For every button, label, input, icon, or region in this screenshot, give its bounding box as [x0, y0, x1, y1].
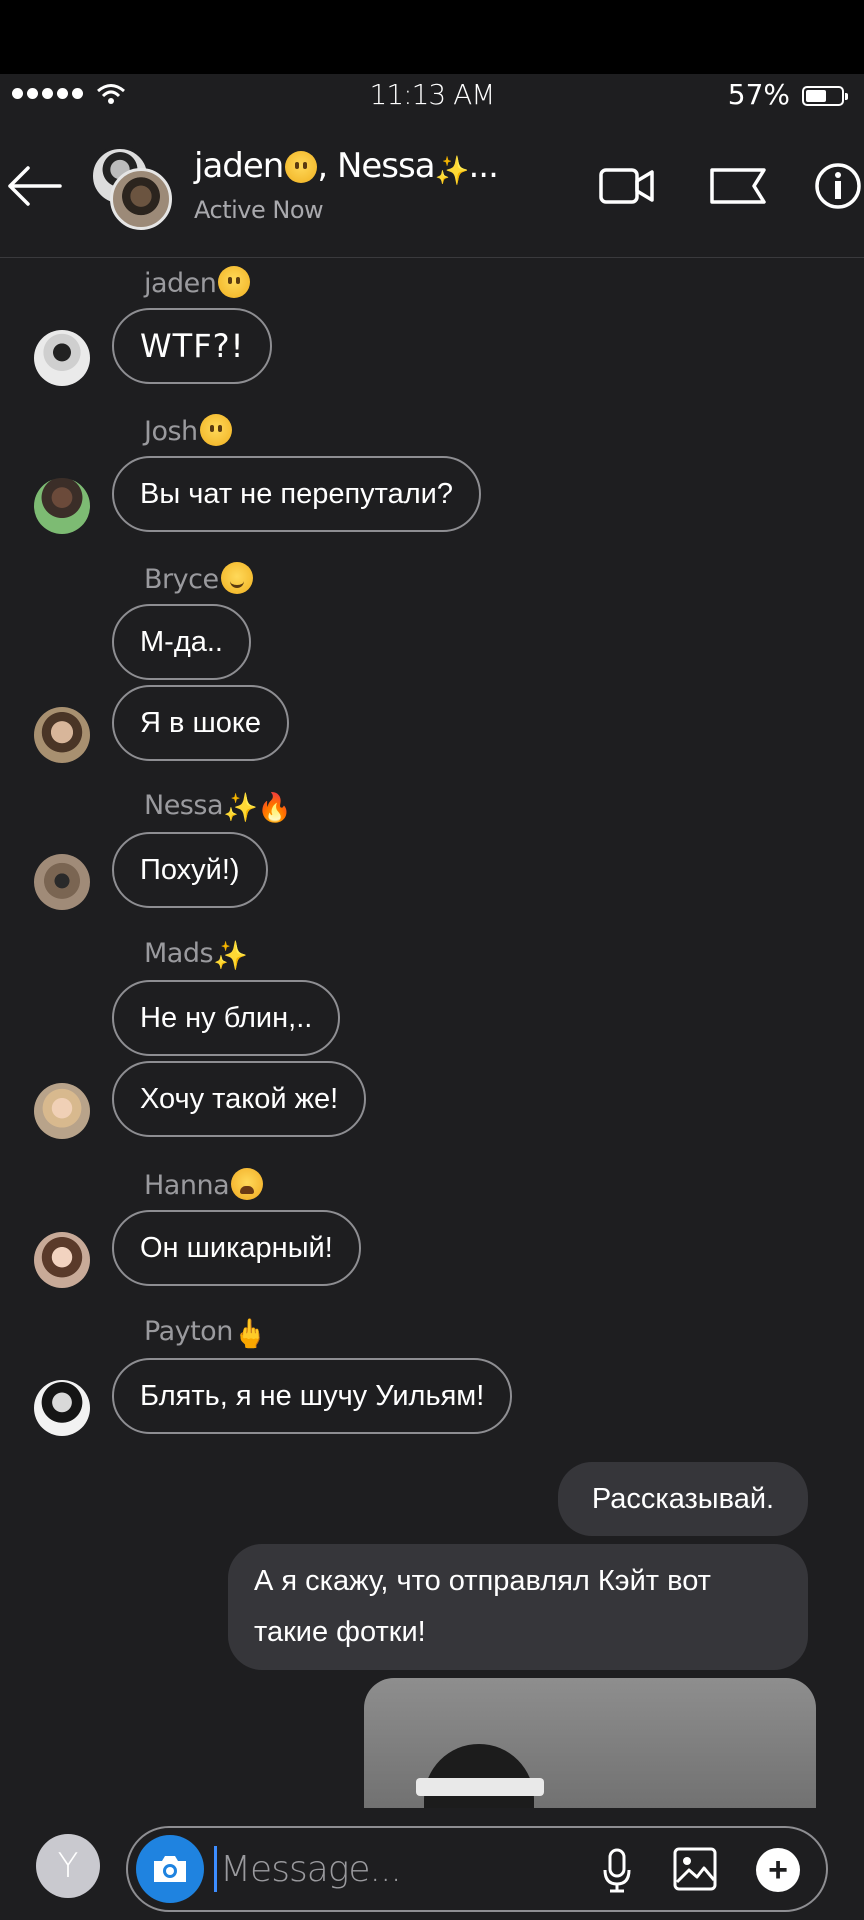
avatar[interactable] [34, 478, 90, 534]
group-avatar-2[interactable] [110, 168, 172, 230]
message-bubble[interactable]: WTF?! [112, 308, 273, 384]
battery-percent: 57% [727, 78, 790, 111]
sparkles-icon: ✨ [223, 791, 258, 824]
sender-name: Payton🖕 [144, 1316, 268, 1350]
sender-name: Bryce [144, 562, 253, 595]
sparkles-icon: ✨ [213, 939, 248, 972]
message-feed[interactable]: jaden WTF?! Josh Вы чат не перепутали? B… [0, 258, 864, 1808]
message-bubble[interactable]: Не ну блин,.. [112, 980, 341, 1056]
status-bar: 11:13 AM 57% [0, 74, 864, 114]
back-arrow-icon[interactable] [4, 164, 64, 208]
message-bubble[interactable]: Я в шоке [112, 685, 289, 761]
avatar[interactable] [34, 1083, 90, 1139]
avatar[interactable] [34, 854, 90, 910]
message-input[interactable] [220, 1842, 520, 1896]
top-bar-black [0, 0, 864, 74]
chat-title[interactable]: jaden, Nessa✨... [194, 146, 499, 187]
message-bubble[interactable]: Похуй!) [112, 832, 268, 908]
sparkles-icon: ✨ [434, 154, 470, 187]
slightly-smiling-face-icon [220, 562, 253, 594]
neutral-face-icon [218, 266, 251, 298]
gallery-icon[interactable] [672, 1846, 718, 1892]
message-bubble[interactable]: М-да.. [112, 604, 251, 680]
middle-finger-icon: 🖕 [232, 1317, 268, 1350]
weary-face-icon [231, 1168, 264, 1200]
photo-subject [424, 1744, 534, 1808]
shared-photo[interactable] [364, 1678, 816, 1808]
sender-name: Josh [144, 414, 232, 447]
message-bubble[interactable]: Он шикарный! [112, 1210, 361, 1286]
neutral-face-icon [285, 151, 318, 183]
add-button[interactable]: + [756, 1848, 800, 1892]
message-composer: + [126, 1826, 828, 1912]
video-call-icon[interactable] [598, 164, 656, 208]
message-bubble[interactable]: Вы чат не перепутали? [112, 456, 482, 532]
chat-header: jaden, Nessa✨... Active Now [0, 114, 864, 258]
avatar[interactable] [34, 1232, 90, 1288]
outgoing-message-bubble[interactable]: А я скажу, что отправлял Кэйт вот такие … [228, 1544, 808, 1670]
info-icon[interactable] [814, 162, 862, 210]
flag-icon[interactable] [708, 164, 768, 208]
sender-name: Hanna [144, 1168, 264, 1201]
camera-icon [154, 1856, 186, 1882]
fire-icon: 🔥 [257, 791, 292, 824]
composer-bar: Y + [0, 1808, 864, 1920]
avatar[interactable] [34, 330, 90, 386]
user-avatar[interactable]: Y [36, 1834, 100, 1898]
sender-name: Mads✨ [144, 938, 248, 972]
photo-subject-detail [416, 1778, 544, 1796]
microphone-icon[interactable] [602, 1848, 632, 1894]
sender-name: Nessa✨🔥 [144, 790, 292, 824]
outgoing-message-bubble[interactable]: Рассказывай. [558, 1462, 808, 1536]
camera-button[interactable] [136, 1835, 204, 1903]
avatar[interactable] [34, 707, 90, 763]
neutral-face-icon [199, 414, 232, 446]
message-bubble[interactable]: Блять, я не шучу Уильям! [112, 1358, 513, 1434]
sender-name: jaden [144, 266, 251, 299]
text-cursor [214, 1846, 217, 1892]
avatar[interactable] [34, 1380, 90, 1436]
active-status: Active Now [194, 196, 324, 224]
message-bubble[interactable]: Хочу такой же! [112, 1061, 367, 1137]
battery-icon [802, 86, 848, 106]
